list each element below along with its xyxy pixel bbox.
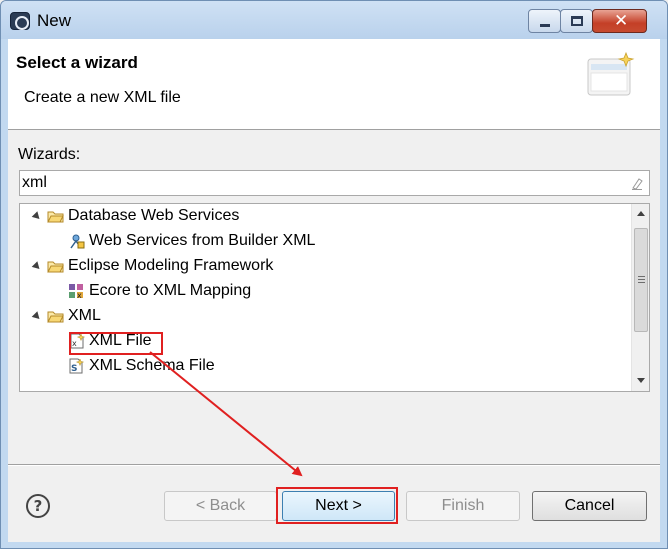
expanded-arrow-icon[interactable] bbox=[31, 211, 43, 222]
web-service-icon bbox=[70, 234, 85, 249]
next-button-highlight-annotation bbox=[276, 487, 398, 524]
close-button[interactable]: ✕ bbox=[592, 9, 647, 33]
wizard-tree[interactable]: Database Web Services Web Services from … bbox=[19, 203, 650, 392]
help-icon[interactable]: ? bbox=[26, 494, 50, 518]
xml-file-highlight-annotation bbox=[69, 332, 163, 355]
page-title: Select a wizard bbox=[16, 53, 138, 72]
tree-item-label: Web Services from Builder XML bbox=[89, 232, 316, 249]
scroll-down-icon[interactable] bbox=[637, 378, 645, 383]
scroll-up-icon[interactable] bbox=[637, 211, 645, 216]
clear-filter-icon[interactable] bbox=[631, 177, 643, 190]
expanded-arrow-icon[interactable] bbox=[31, 261, 43, 272]
grip-icon bbox=[638, 276, 645, 277]
minimize-icon bbox=[540, 24, 550, 27]
tree-item-label: XML Schema File bbox=[89, 357, 215, 374]
tree-vertical-scrollbar[interactable] bbox=[631, 204, 649, 391]
expanded-arrow-icon[interactable] bbox=[31, 311, 43, 322]
scrollbar-thumb[interactable] bbox=[634, 228, 648, 332]
title-bar[interactable]: New ✕ bbox=[1, 1, 667, 39]
window-title: New bbox=[37, 11, 72, 30]
xml-schema-icon: S bbox=[69, 358, 85, 374]
wizards-label: Wizards: bbox=[18, 146, 81, 163]
folder-icon bbox=[47, 311, 64, 323]
wizard-header: Select a wizard Create a new XML file bbox=[8, 39, 660, 130]
tree-item-label: Database Web Services bbox=[68, 207, 240, 224]
minimize-button[interactable] bbox=[528, 9, 561, 33]
tree-item-label: Eclipse Modeling Framework bbox=[68, 257, 274, 274]
back-button[interactable]: < Back bbox=[164, 491, 277, 521]
tree-item-ecore-to-xml-mapping[interactable]: x Ecore to XML Mapping bbox=[20, 280, 620, 305]
button-bar-separator bbox=[8, 464, 660, 466]
maximize-icon bbox=[571, 16, 583, 26]
eclipse-app-icon bbox=[10, 12, 30, 30]
dialog-client-area: Select a wizard Create a new XML file Wi… bbox=[8, 39, 660, 542]
svg-text:S: S bbox=[71, 364, 77, 374]
svg-text:x: x bbox=[77, 291, 82, 299]
finish-button[interactable]: Finish bbox=[406, 491, 520, 521]
tree-item-label: Ecore to XML Mapping bbox=[89, 282, 252, 299]
cancel-button[interactable]: Cancel bbox=[532, 491, 647, 521]
tree-item-label: XML bbox=[68, 307, 101, 324]
tree-item-web-services-builder-xml[interactable]: Web Services from Builder XML bbox=[20, 230, 620, 255]
wizard-filter-field[interactable] bbox=[19, 170, 650, 196]
folder-icon bbox=[47, 211, 64, 223]
close-icon: ✕ bbox=[614, 11, 629, 31]
tree-item-eclipse-modeling-framework[interactable]: Eclipse Modeling Framework bbox=[20, 255, 620, 280]
ecore-mapping-icon: x bbox=[69, 284, 83, 299]
tree-item-xml[interactable]: XML bbox=[20, 305, 620, 330]
folder-icon bbox=[47, 261, 64, 273]
wizard-banner-icon bbox=[587, 51, 635, 96]
wizard-filter-input[interactable] bbox=[22, 173, 622, 193]
tree-item-database-web-services[interactable]: Database Web Services bbox=[20, 205, 620, 230]
page-description: Create a new XML file bbox=[24, 89, 181, 106]
maximize-button[interactable] bbox=[560, 9, 593, 33]
tree-item-xml-schema-file[interactable]: S XML Schema File bbox=[20, 355, 620, 380]
new-wizard-window: New ✕ Select a wizard Create a new XML f… bbox=[0, 0, 668, 549]
